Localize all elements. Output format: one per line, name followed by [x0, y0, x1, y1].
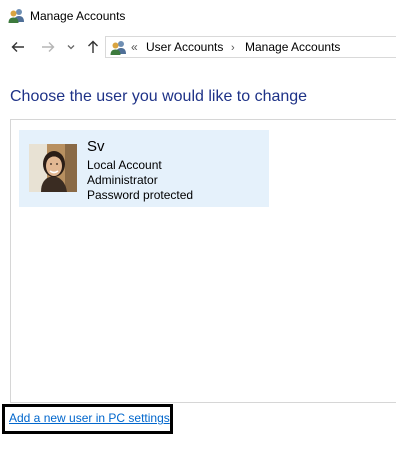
user-password-status: Password protected	[87, 188, 194, 202]
users-icon	[8, 8, 25, 23]
user-role: Administrator	[87, 173, 158, 187]
arrow-right-icon	[41, 41, 55, 53]
add-user-link[interactable]: Add a new user in PC settings	[9, 410, 170, 426]
breadcrumb-separator[interactable]: ›	[231, 40, 235, 56]
arrow-left-icon	[11, 41, 25, 53]
users-icon	[110, 40, 127, 55]
up-button[interactable]	[83, 36, 103, 58]
breadcrumb-manage-accounts[interactable]: Manage Accounts	[245, 39, 340, 55]
title-bar: Manage Accounts	[0, 0, 396, 32]
user-account-type: Local Account	[87, 158, 162, 172]
user-name: Sv	[87, 138, 105, 155]
back-button[interactable]	[8, 36, 28, 58]
breadcrumb-user-accounts[interactable]: User Accounts	[146, 39, 223, 55]
user-tile[interactable]: Sv Local Account Administrator Password …	[19, 130, 269, 207]
arrow-up-icon	[87, 40, 99, 54]
page-heading: Choose the user you would like to change	[10, 88, 308, 105]
address-overflow[interactable]: «	[131, 39, 138, 55]
forward-button[interactable]	[38, 36, 58, 58]
recent-locations-button[interactable]	[63, 36, 79, 58]
window-title: Manage Accounts	[30, 9, 126, 23]
chevron-down-icon	[67, 44, 75, 50]
user-photo	[29, 144, 77, 192]
address-bar[interactable]: « User Accounts › Manage Accounts	[105, 36, 396, 58]
